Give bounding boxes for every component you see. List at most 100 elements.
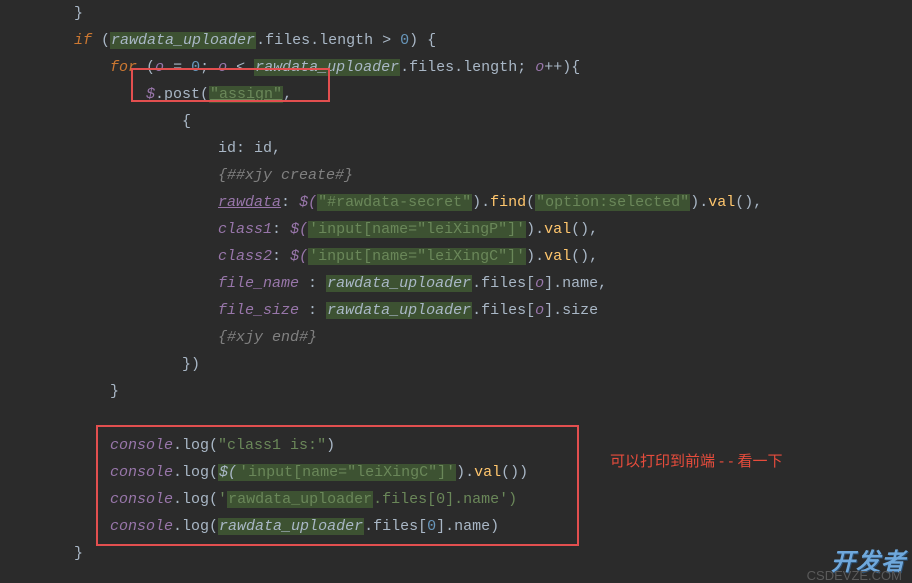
jquery-call: $( (218, 464, 238, 481)
number: 0 (400, 32, 409, 49)
quote: ') (499, 491, 517, 508)
jquery-dollar: $ (146, 86, 155, 103)
code-line: console.log(rawdata_uploader.files[0].na… (74, 513, 912, 540)
code-line: console.log('rawdata_uploader.files[0].n… (74, 486, 912, 513)
brace: }) (182, 356, 200, 373)
code-line: } (74, 540, 912, 567)
method-val: val (708, 194, 735, 211)
number: 0 (191, 59, 200, 76)
method-log: .log( (173, 464, 218, 481)
colon: : (308, 275, 326, 292)
colon: : (281, 194, 299, 211)
paren: ( (526, 194, 535, 211)
colon: : (308, 302, 326, 319)
var-o: o (155, 59, 173, 76)
text: .files[ (472, 302, 535, 319)
code-line: file_size : rawdata_uploader.files[o].si… (74, 297, 912, 324)
code-line: for (o = 0; o < rawdata_uploader.files.l… (74, 54, 912, 81)
text: .files[ (364, 518, 427, 535)
method-val: val (544, 248, 571, 265)
selector-string: 'input[name="leiXingC"]' (308, 248, 526, 265)
brace: } (74, 545, 83, 562)
colon: : (272, 221, 290, 238)
var-rawdata-uploader: rawdata_uploader (254, 59, 400, 76)
op: < (236, 59, 254, 76)
method-log: .log( (173, 518, 218, 535)
punc: (), (735, 194, 762, 211)
jquery-call: $( (290, 221, 308, 238)
code-line: } (74, 0, 912, 27)
text: ].size (544, 302, 598, 319)
method-post: .post( (155, 86, 209, 103)
text: .files.length > (256, 32, 400, 49)
string: "class1 is:" (218, 437, 326, 454)
string-assign: "assign" (209, 86, 283, 103)
code-editor-viewport: } if (rawdata_uploader.files.length > 0)… (0, 0, 912, 567)
console: console (110, 491, 173, 508)
text: ].name) (436, 518, 499, 535)
quote: ' (218, 491, 227, 508)
method-find: find (490, 194, 526, 211)
var-rawdata-uploader: rawdata_uploader (326, 302, 472, 319)
code-line: rawdata: $("#rawdata-secret").find("opti… (74, 189, 912, 216)
selector-string: "option:selected" (535, 194, 690, 211)
key-filesize: file_size (218, 302, 308, 319)
code-line: } (74, 378, 912, 405)
punc: ). (526, 248, 544, 265)
code-line: file_name : rawdata_uploader.files[o].na… (74, 270, 912, 297)
keyword-if: if (74, 32, 92, 49)
prop-id: id: id, (218, 140, 281, 157)
jquery-call: $( (290, 248, 308, 265)
key-rawdata: rawdata (218, 194, 281, 211)
watermark-url: CSDEVZE.COM (807, 568, 902, 583)
punc: ). (690, 194, 708, 211)
punc: ). (526, 221, 544, 238)
key-class1: class1 (218, 221, 272, 238)
brace: { (182, 113, 191, 130)
code-line: console.log("class1 is:") (74, 432, 912, 459)
code-line (74, 405, 912, 432)
text: .files[ (373, 491, 436, 508)
brace: } (74, 5, 83, 22)
selector-string: "#rawdata-secret" (317, 194, 472, 211)
console: console (110, 518, 173, 535)
code-line: if (rawdata_uploader.files.length > 0) { (74, 27, 912, 54)
var-o: o (218, 59, 236, 76)
key-class2: class2 (218, 248, 272, 265)
punc: (), (571, 221, 598, 238)
paren: ) (326, 437, 335, 454)
text: .files.length; (400, 59, 535, 76)
colon: : (272, 248, 290, 265)
brace: } (110, 383, 119, 400)
keyword-for: for (110, 59, 137, 76)
var-rawdata-uploader: rawdata_uploader (110, 32, 256, 49)
method-val: val (474, 464, 501, 481)
number: 0 (427, 518, 436, 535)
code-line: console.log($('input[name="leiXingC"]').… (74, 459, 912, 486)
text: ].name (445, 491, 499, 508)
code-line: class1: $('input[name="leiXingP"]').val(… (74, 216, 912, 243)
var-rawdata-uploader: rawdata_uploader (227, 491, 373, 508)
text: ) { (409, 32, 436, 49)
code-line: }) (74, 351, 912, 378)
text: ].name, (544, 275, 607, 292)
jquery-call: $( (299, 194, 317, 211)
paren: ( (137, 59, 155, 76)
selector-string: 'input[name="leiXingP"]' (308, 221, 526, 238)
annotation-text: 可以打印到前端 - - 看一下 (610, 450, 783, 471)
comma: , (283, 86, 292, 103)
code-line: id: id, (74, 135, 912, 162)
method-log: .log( (173, 491, 218, 508)
var-rawdata-uploader: rawdata_uploader (326, 275, 472, 292)
punc: ()) (501, 464, 528, 481)
text: .files[ (472, 275, 535, 292)
code-line: class2: $('input[name="leiXingC"]').val(… (74, 243, 912, 270)
code-line: { (74, 108, 912, 135)
punc: ). (456, 464, 474, 481)
method-val: val (544, 221, 571, 238)
paren: ( (92, 32, 110, 49)
code-line: {#xjy end#} (74, 324, 912, 351)
code-line: $.post("assign", (74, 81, 912, 108)
var-o: o (535, 59, 544, 76)
punc: ). (472, 194, 490, 211)
